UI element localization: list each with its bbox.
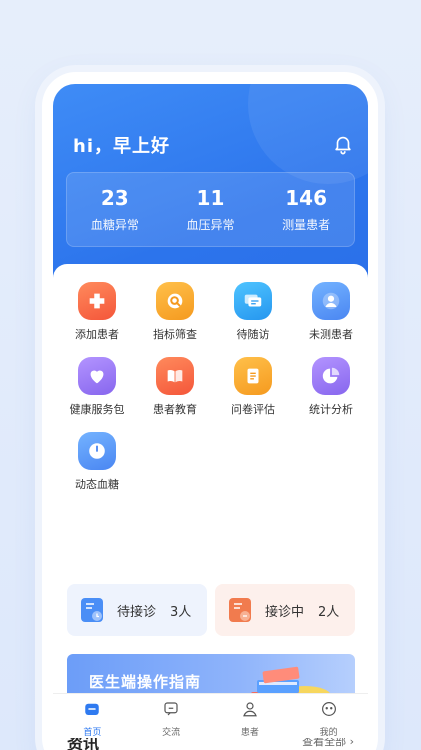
clock-icon: [78, 432, 116, 470]
menu-indicator-screening[interactable]: 指标筛查: [140, 282, 210, 342]
bottom-tabbar: 首页 交流 患者 我的: [53, 693, 368, 738]
queue-in-progress[interactable]: 接诊中 2人: [215, 584, 355, 636]
menu-label: 未测患者: [309, 328, 353, 341]
queue-count: 3人: [170, 604, 192, 620]
document-icon: [234, 357, 272, 395]
consulting-icon: [229, 598, 251, 622]
message-icon: [164, 702, 178, 716]
tab-label: 患者: [240, 728, 259, 738]
menu-label: 患者教育: [153, 403, 197, 416]
menu-label: 统计分析: [309, 403, 353, 416]
stat-value: 11: [196, 186, 225, 210]
stat-value: 146: [285, 186, 327, 210]
pie-chart-icon: [312, 357, 350, 395]
menu-label: 健康服务包: [69, 403, 125, 416]
guide-title: 医生端操作指南: [89, 673, 202, 691]
queue-label: 接诊中: [265, 604, 305, 620]
menu-follow-up[interactable]: 待随访: [218, 282, 288, 342]
tab-label: 我的: [319, 728, 338, 738]
menu-unmeasured-patients[interactable]: 未测患者: [296, 282, 366, 342]
tab-mine[interactable]: 我的: [289, 694, 368, 738]
menu-questionnaire[interactable]: 问卷评估: [218, 357, 288, 417]
stat-label: 测量患者: [282, 218, 331, 232]
menu-label: 指标筛查: [153, 328, 197, 341]
tab-label: 首页: [83, 728, 102, 738]
waiting-icon: [81, 598, 103, 622]
user-icon: [312, 282, 350, 320]
menu-dynamic-glucose[interactable]: 动态血糖: [62, 432, 132, 492]
stat-label: 血糖异常: [90, 218, 139, 232]
menu-statistics[interactable]: 统计分析: [296, 357, 366, 417]
menu-label: 问卷评估: [231, 403, 275, 416]
menu-health-package[interactable]: 健康服务包: [62, 357, 132, 417]
greeting-text: hi，早上好: [73, 136, 170, 157]
stat-blood-pressure[interactable]: 11 血压异常: [163, 186, 258, 233]
menu-label: 动态血糖: [75, 478, 119, 491]
home-icon: [85, 703, 100, 715]
stats-card: 23 血糖异常 11 血压异常 146 测量患者: [66, 172, 355, 247]
menu-label: 添加患者: [75, 328, 119, 341]
queue-waiting[interactable]: 待接诊 3人: [67, 584, 207, 636]
profile-icon: [321, 702, 336, 716]
menu-label: 待随访: [236, 328, 270, 341]
chat-icon: [234, 282, 272, 320]
stat-value: 23: [100, 186, 129, 210]
main-content: 添加患者 指标筛查 待随访 未测患者 健康服务包 患者教育 问卷评估 统计分析 …: [53, 264, 368, 750]
stat-measured-patients[interactable]: 146 测量患者: [259, 186, 354, 233]
bell-icon[interactable]: [332, 133, 354, 155]
stat-label: 血压异常: [186, 218, 235, 232]
queue-label: 待接诊: [117, 604, 157, 620]
queue-count: 2人: [318, 604, 340, 620]
menu-patient-education[interactable]: 患者教育: [140, 357, 210, 417]
menu-add-patient[interactable]: 添加患者: [62, 282, 132, 342]
heart-icon: [78, 357, 116, 395]
tab-patients[interactable]: 患者: [211, 694, 290, 738]
stat-blood-sugar[interactable]: 23 血糖异常: [67, 186, 162, 233]
tab-chat[interactable]: 交流: [132, 694, 211, 738]
tab-home[interactable]: 首页: [53, 694, 132, 738]
search-icon: [156, 282, 194, 320]
phone-frame: hi，早上好 23 血糖异常 11 血压异常 146 测量患者 添加患者 指标筛…: [42, 72, 378, 750]
add-patient-icon: [78, 282, 116, 320]
tab-label: 交流: [162, 728, 181, 738]
book-icon: [156, 357, 194, 395]
patient-icon: [243, 702, 257, 717]
